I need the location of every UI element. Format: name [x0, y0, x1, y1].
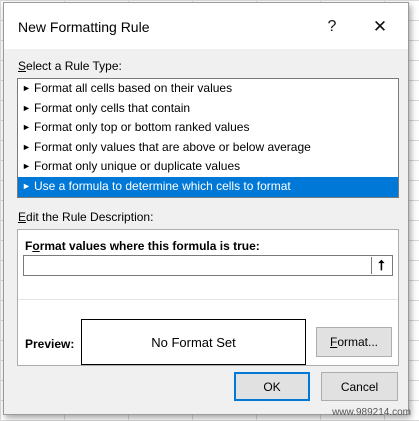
rule-description-label-text: dit the Rule Description: [26, 210, 154, 224]
watermark: www.989214.com [332, 407, 411, 418]
rule-type-label-text: elect a Rule Type: [26, 59, 122, 73]
rule-type-item[interactable]: ► Use a formula to determine which cells … [18, 176, 398, 197]
format-button-label: ormat... [337, 335, 379, 349]
new-formatting-rule-dialog: New Formatting Rule ? ✕ Select a Rule Ty… [3, 2, 409, 415]
rule-description-label: Edit the Rule Description: [18, 210, 153, 224]
preview-label: Preview: [25, 337, 75, 351]
rule-type-item-label: Use a formula to determine which cells t… [34, 178, 291, 193]
rule-type-item[interactable]: ► Format only values that are above or be… [18, 138, 398, 158]
cancel-button[interactable]: Cancel [321, 372, 398, 401]
close-icon[interactable]: ✕ [368, 15, 392, 39]
arrow-right-icon: ► [22, 102, 31, 113]
title-bar: New Formatting Rule ? ✕ [4, 3, 408, 49]
formula-title: Format values where this formula is true… [25, 239, 260, 253]
rule-type-item[interactable]: ► Format only top or bottom ranked values [18, 118, 398, 138]
rule-type-list[interactable]: ► Format all cells based on their values ►… [17, 78, 399, 198]
rule-type-item-label: Format only values that are above or bel… [34, 139, 311, 154]
rule-type-item-label: Format only top or bottom ranked values [34, 120, 250, 135]
rule-description-panel: Format values where this formula is true… [17, 229, 399, 366]
rule-type-label: Select a Rule Type: [18, 59, 122, 73]
format-button-accesskey: F [329, 335, 338, 349]
rule-type-item[interactable]: ► Format only cells that contain [18, 99, 398, 119]
arrow-right-icon: ► [22, 180, 31, 191]
rule-type-item-label: Format only unique or duplicate values [34, 159, 241, 174]
range-collapse-icon[interactable]: ⭡ [371, 257, 391, 274]
panel-divider [18, 299, 398, 300]
format-button[interactable]: Format... [316, 327, 392, 357]
rule-description-label-accesskey: E [18, 210, 27, 224]
rule-type-item-label: Format all cells based on their values [34, 81, 233, 95]
rule-type-item[interactable]: ► Format only unique or duplicate values [18, 157, 398, 177]
arrow-right-icon: ► [22, 83, 31, 93]
formula-title-text: rmat values where this formula is true: [39, 239, 260, 253]
formula-input[interactable] [23, 255, 393, 276]
ok-button[interactable]: OK [234, 372, 310, 401]
arrow-right-icon: ► [22, 122, 31, 133]
preview-box: No Format Set [81, 319, 306, 365]
rule-type-label-accesskey: S [18, 59, 27, 73]
arrow-right-icon: ► [22, 141, 31, 152]
dialog-title: New Formatting Rule [18, 19, 150, 35]
preview-text: No Format Set [151, 334, 236, 350]
formula-title-accesskey: o [32, 239, 40, 253]
arrow-right-icon: ► [22, 161, 31, 172]
rule-type-item-label: Format only cells that contain [34, 100, 191, 115]
help-icon[interactable]: ? [322, 15, 342, 39]
rule-type-item[interactable]: ► Format all cells based on their values [18, 79, 398, 99]
